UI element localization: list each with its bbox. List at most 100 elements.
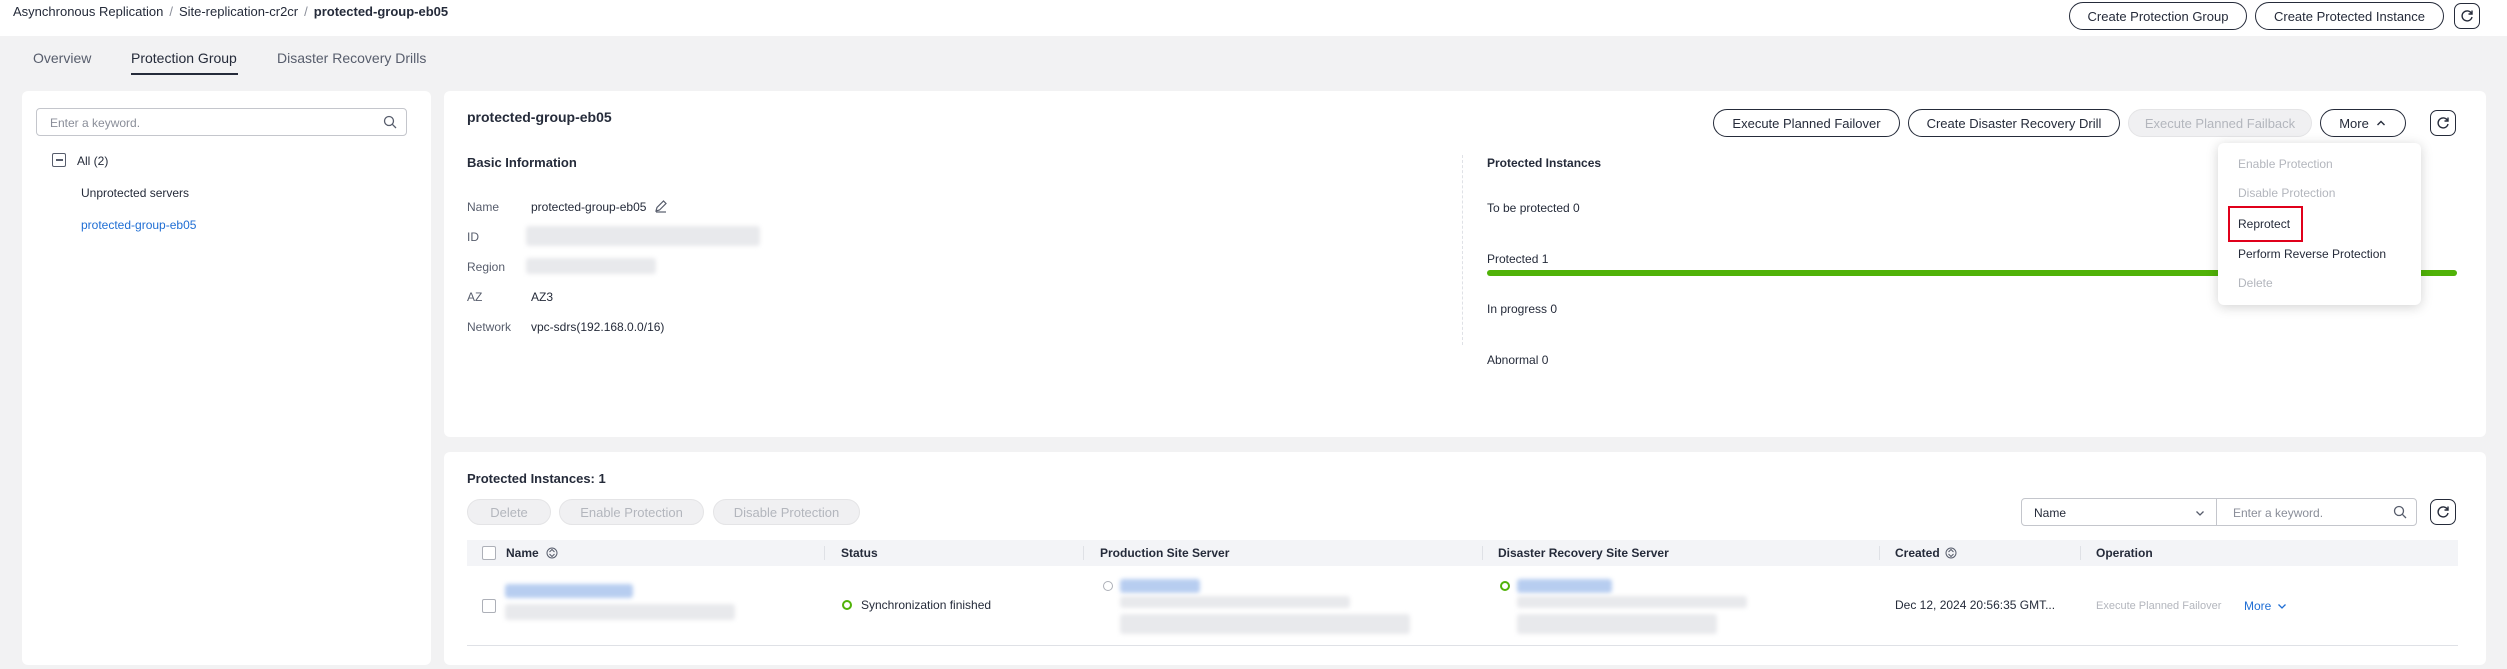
row-more-button[interactable]: More <box>2244 599 2288 613</box>
column-name[interactable]: Name <box>506 546 539 560</box>
redacted-instance-name[interactable] <box>505 584 633 598</box>
sort-icon[interactable] <box>546 546 558 563</box>
menu-item-reverse-protection[interactable]: Perform Reverse Protection <box>2238 247 2386 261</box>
tree-search-input[interactable]: Enter a keyword. <box>36 108 407 136</box>
redacted-dr-detail <box>1517 614 1717 634</box>
tree-root-all[interactable]: All (2) <box>77 154 108 168</box>
filter-field-select[interactable]: Name <box>2021 498 2217 526</box>
row-checkbox[interactable] <box>482 599 496 613</box>
redacted-dr-server[interactable] <box>1517 579 1612 593</box>
chevron-down-icon <box>2194 507 2206 522</box>
tab-disaster-recovery-drills[interactable]: Disaster Recovery Drills <box>277 50 426 66</box>
breadcrumb-item-replication[interactable]: Asynchronous Replication <box>13 4 163 19</box>
abnormal-count: Abnormal 0 <box>1487 353 1549 367</box>
field-label-id: ID <box>467 230 479 244</box>
delete-button[interactable]: Delete <box>467 499 551 525</box>
breadcrumb-item-site[interactable]: Site-replication-cr2cr <box>179 4 298 19</box>
column-status: Status <box>841 546 878 560</box>
group-detail-panel <box>444 91 2486 437</box>
refresh-icon <box>2437 506 2449 518</box>
row-status: Synchronization finished <box>861 598 992 612</box>
filter-field-value: Name <box>2034 506 2067 520</box>
protected-instances-heading: Protected Instances <box>1487 156 1602 170</box>
instances-refresh-button[interactable] <box>2430 499 2456 525</box>
instances-search-placeholder: Enter a keyword. <box>2233 506 2324 520</box>
planned-failback-button[interactable]: Execute Planned Failback <box>2128 109 2312 137</box>
column-separator <box>1482 546 1483 560</box>
status-ok-icon <box>842 600 852 610</box>
sort-icon[interactable] <box>1945 546 1957 563</box>
search-icon[interactable] <box>2393 505 2407 522</box>
section-divider <box>1462 155 1463 345</box>
more-actions-menu: Enable Protection Disable Protection Rep… <box>2218 143 2421 305</box>
column-separator <box>824 546 825 560</box>
more-actions-button[interactable]: More <box>2320 109 2406 137</box>
row-more-label: More <box>2244 599 2272 613</box>
table-header: Name Status Production Site Server Disas… <box>467 540 2458 566</box>
chevron-down-icon <box>2278 604 2287 609</box>
breadcrumb-separator: / <box>304 4 308 19</box>
field-label-region: Region <box>467 260 506 274</box>
basic-info-heading: Basic Information <box>467 155 577 170</box>
refresh-button[interactable] <box>2454 3 2480 29</box>
row-created: Dec 12, 2024 20:56:35 GMT... <box>1895 598 2056 612</box>
collapse-icon[interactable] <box>52 153 66 167</box>
row-planned-failover-link[interactable]: Execute Planned Failover <box>2096 600 2221 612</box>
select-all-checkbox[interactable] <box>482 546 496 560</box>
planned-failover-button[interactable]: Execute Planned Failover <box>1713 109 1900 137</box>
tree-search-placeholder: Enter a keyword. <box>50 116 141 130</box>
tab-bar: Overview Protection Group Disaster Recov… <box>0 36 2507 81</box>
column-created[interactable]: Created <box>1895 546 1940 560</box>
tree-item-protected-group[interactable]: protected-group-eb05 <box>81 218 196 232</box>
disable-protection-button[interactable]: Disable Protection <box>713 499 860 525</box>
field-value-az: AZ3 <box>531 290 554 304</box>
in-progress-count: In progress 0 <box>1487 302 1558 316</box>
tab-overview[interactable]: Overview <box>33 50 91 66</box>
create-drill-button[interactable]: Create Disaster Recovery Drill <box>1908 109 2120 137</box>
network-link[interactable]: vpc-sdrs(192.168.0.0/16) <box>531 320 664 334</box>
redacted-dr-detail <box>1517 596 1747 608</box>
breadcrumb-separator: / <box>169 4 173 19</box>
enable-protection-button[interactable]: Enable Protection <box>559 499 704 525</box>
instances-search-input[interactable]: Enter a keyword. <box>2216 498 2417 526</box>
instances-title: Protected Instances: 1 <box>467 471 606 486</box>
create-protection-group-button[interactable]: Create Protection Group <box>2069 2 2247 30</box>
column-separator <box>2080 546 2081 560</box>
detail-refresh-button[interactable] <box>2430 110 2456 136</box>
column-separator <box>1879 546 1880 560</box>
search-icon[interactable] <box>383 115 397 132</box>
refresh-icon <box>2437 117 2449 129</box>
column-separator <box>1083 546 1084 560</box>
chevron-up-icon <box>2376 120 2385 126</box>
field-label-name: Name <box>467 200 500 214</box>
breadcrumb: Asynchronous Replication / Site-replicatio… <box>13 4 448 19</box>
tree-item-unprotected-servers[interactable]: Unprotected servers <box>81 186 189 200</box>
top-bar: Asynchronous Replication / Site-replicatio… <box>0 0 2507 36</box>
row-divider <box>467 645 2458 646</box>
column-dr-server: Disaster Recovery Site Server <box>1498 546 1669 560</box>
create-protected-instance-button[interactable]: Create Protected Instance <box>2255 2 2444 30</box>
to-be-protected-count: To be protected 0 <box>1487 201 1580 215</box>
redacted-production-detail <box>1120 596 1350 608</box>
column-production-server: Production Site Server <box>1100 546 1230 560</box>
redacted-id <box>526 226 760 246</box>
redacted-production-detail <box>1120 614 1410 634</box>
redacted-region <box>526 258 656 274</box>
server-status-icon <box>1500 581 1510 591</box>
menu-item-enable-protection[interactable]: Enable Protection <box>2238 157 2333 171</box>
more-actions-label: More <box>2339 115 2369 131</box>
redacted-production-server[interactable] <box>1120 579 1200 593</box>
column-operation: Operation <box>2096 546 2153 560</box>
tab-protection-group[interactable]: Protection Group <box>131 50 237 66</box>
redacted-instance-id <box>505 604 735 620</box>
field-value-name: protected-group-eb05 <box>531 200 647 214</box>
menu-item-reprotect[interactable]: Reprotect <box>2238 217 2290 231</box>
group-title: protected-group-eb05 <box>467 109 612 125</box>
protected-count: Protected 1 <box>1487 252 1549 266</box>
active-tab-indicator <box>131 73 238 75</box>
menu-item-disable-protection[interactable]: Disable Protection <box>2238 186 2335 200</box>
server-status-icon <box>1103 581 1113 591</box>
breadcrumb-item-current: protected-group-eb05 <box>313 4 449 19</box>
menu-item-delete[interactable]: Delete <box>2238 276 2273 290</box>
edit-icon[interactable] <box>654 199 668 216</box>
